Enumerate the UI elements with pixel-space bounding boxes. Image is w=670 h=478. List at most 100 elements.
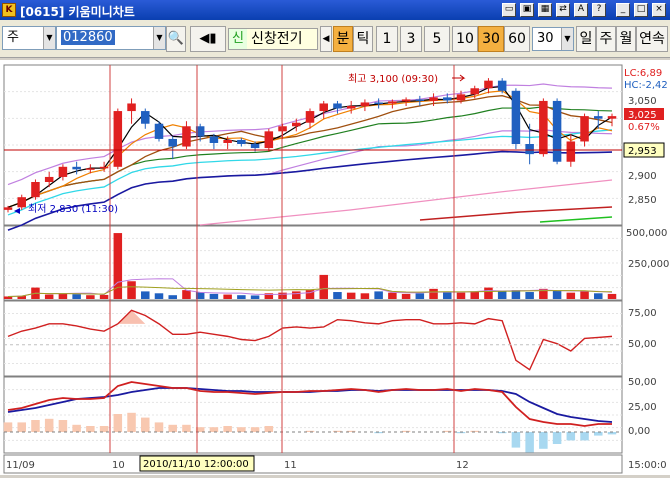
axis-macd-0: 0,00 <box>628 426 650 437</box>
macd-histogram-bar <box>72 424 81 432</box>
axis-osc-50: 50,00 <box>628 339 657 350</box>
interval-60[interactable]: 60 <box>504 26 530 52</box>
settings-icon[interactable]: A <box>574 3 588 17</box>
axis-osc-75: 75,00 <box>628 308 657 319</box>
candle-body <box>346 106 356 109</box>
candle-body <box>141 111 150 124</box>
restore-layout-icon[interactable]: ▣ <box>520 3 534 17</box>
interval-input-value: 30 <box>537 31 554 46</box>
candle-body <box>44 176 54 182</box>
volume-bar <box>333 292 342 299</box>
candle-body <box>250 144 260 149</box>
candle-body <box>223 139 232 143</box>
macd-histogram-bar <box>511 432 521 448</box>
maximize-icon[interactable]: □ <box>634 3 648 17</box>
speaker-icon[interactable]: ◀▮ <box>190 26 226 52</box>
volume-bar <box>237 295 246 299</box>
tab-tick[interactable]: 틱 <box>353 26 373 52</box>
volume-bar <box>99 294 109 299</box>
candle-body <box>566 141 576 162</box>
volume-bar <box>44 294 54 299</box>
volume-bar <box>154 293 164 299</box>
interval-5[interactable]: 5 <box>424 26 450 52</box>
market-select[interactable]: 주 ▼ <box>2 26 56 50</box>
interval-10[interactable]: 10 <box>452 26 478 52</box>
chevron-down-icon[interactable]: ▼ <box>43 27 55 49</box>
window-title: [0615] 키움미니차트 <box>20 5 135 19</box>
interval-3[interactable]: 3 <box>400 26 422 52</box>
macd-histogram-bar <box>17 422 26 432</box>
period-month[interactable]: 월 <box>616 26 636 52</box>
macd-histogram-bar <box>539 432 548 449</box>
credit-badge: 신 <box>229 29 247 49</box>
candle-body <box>113 111 123 167</box>
volume-bar <box>607 293 617 299</box>
stock-code-input[interactable]: 012860 ▼ <box>56 26 166 50</box>
time-label-12: 12 <box>456 460 469 471</box>
candle-body <box>127 103 136 112</box>
macd-histogram-bar <box>113 414 123 432</box>
axis-macd-50: 50,00 <box>628 377 657 388</box>
toolbar: 주 ▼ 012860 ▼ 🔍 ◀▮ 신 신창전기 ◀ 분 틱 1 3 5 10 … <box>0 20 670 58</box>
interval-1[interactable]: 1 <box>376 26 398 52</box>
macd-histogram-bar <box>141 417 150 432</box>
time-label-right: 15:00:0 <box>628 460 667 471</box>
search-icon[interactable]: 🔍 <box>166 26 186 52</box>
volume-bar <box>141 291 150 299</box>
help-icon[interactable]: ? <box>592 3 606 17</box>
link-icon[interactable]: ⇄ <box>556 3 570 17</box>
candle-body <box>237 139 246 144</box>
candle-body <box>168 138 177 147</box>
chart-area[interactable]: 최고 3,100 (09:30) 최저 2,830 (11:30) LC:6,8… <box>0 60 670 475</box>
candle-body <box>333 103 342 109</box>
candle-body <box>58 166 68 177</box>
candle-body <box>429 97 438 101</box>
volume-bar <box>594 293 603 299</box>
candle-body <box>401 99 411 102</box>
period-continuous[interactable]: 연속 <box>636 26 668 52</box>
candle-body <box>511 90 521 144</box>
volume-bar <box>456 292 466 299</box>
volume-bar <box>182 290 191 299</box>
macd-histogram-bar <box>86 426 95 432</box>
candle-body <box>497 80 507 91</box>
candle-body <box>456 94 466 101</box>
volume-bar <box>360 293 370 299</box>
candle-body <box>319 103 328 112</box>
candle-body <box>3 207 13 210</box>
tile-icon[interactable]: ▭ <box>502 3 516 17</box>
interval-input[interactable]: 30 ▼ <box>532 27 574 51</box>
macd-histogram-bar <box>127 412 136 432</box>
chevron-down-icon[interactable]: ▼ <box>561 28 573 50</box>
macd-histogram-bar <box>223 426 232 432</box>
candle-body <box>278 126 287 132</box>
minimize-icon[interactable]: _ <box>616 3 630 17</box>
chevron-down-icon[interactable]: ▼ <box>153 27 165 49</box>
macd-histogram-bar <box>154 422 164 432</box>
candle-body <box>99 166 109 169</box>
period-week[interactable]: 주 <box>596 26 616 52</box>
close-icon[interactable]: × <box>652 3 666 17</box>
time-label-10: 10 <box>112 460 125 471</box>
volume-bar <box>525 292 534 299</box>
interval-30[interactable]: 30 <box>478 26 504 52</box>
volume-bar <box>319 274 328 299</box>
macd-histogram-bar <box>99 426 109 432</box>
candle-body <box>470 88 479 95</box>
macd-histogram-bar <box>31 420 40 432</box>
grid-icon[interactable]: ▦ <box>538 3 552 17</box>
candle-body <box>552 100 562 162</box>
volume-bar <box>552 290 562 299</box>
candle-body <box>209 136 219 143</box>
app-icon: K <box>2 3 16 17</box>
period-day[interactable]: 일 <box>576 26 596 52</box>
volume-bar <box>292 291 301 299</box>
prev-arrow-icon[interactable]: ◀ <box>320 26 332 52</box>
candle-body <box>484 80 493 89</box>
chart-svg[interactable]: 최고 3,100 (09:30) 최저 2,830 (11:30) LC:6,8… <box>0 60 670 475</box>
time-label-1109: 11/09 <box>6 460 35 471</box>
volume-bar <box>429 288 438 299</box>
candle-body <box>72 166 81 170</box>
tab-minute[interactable]: 분 <box>333 26 353 52</box>
crosshair-price: 2,953 <box>628 146 657 157</box>
